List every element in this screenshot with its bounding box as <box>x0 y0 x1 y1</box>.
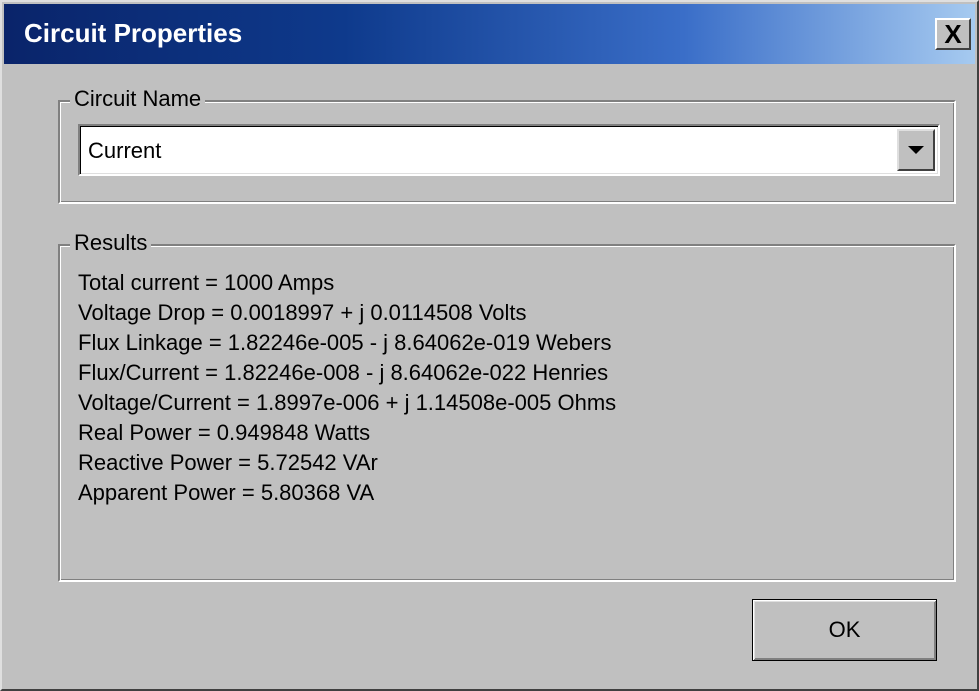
result-line: Apparent Power = 5.80368 VA <box>78 480 375 505</box>
close-button[interactable]: X <box>935 18 971 50</box>
results-group: Results Total current = 1000 Amps Voltag… <box>58 230 956 582</box>
result-line: Flux Linkage = 1.82246e-005 - j 8.64062e… <box>78 330 612 355</box>
results-list: Total current = 1000 Amps Voltage Drop =… <box>78 268 944 508</box>
dropdown-button[interactable] <box>897 129 935 171</box>
chevron-down-icon <box>908 146 924 154</box>
circuit-name-value: Current <box>88 138 162 163</box>
title-bar[interactable]: Circuit Properties X <box>4 4 975 64</box>
circuit-properties-dialog: Circuit Properties X Circuit Name Curren… <box>0 0 979 691</box>
result-line: Flux/Current = 1.82246e-008 - j 8.64062e… <box>78 360 609 385</box>
results-label: Results <box>70 230 152 256</box>
circuit-name-dropdown[interactable]: Current <box>78 124 940 176</box>
window-title: Circuit Properties <box>24 18 243 48</box>
result-line: Total current = 1000 Amps <box>78 270 335 295</box>
result-line: Voltage Drop = 0.0018997 + j 0.0114508 V… <box>78 300 527 325</box>
circuit-name-label: Circuit Name <box>70 86 206 112</box>
result-line: Real Power = 0.949848 Watts <box>78 420 371 445</box>
ok-button[interactable]: OK <box>752 599 937 661</box>
result-line: Reactive Power = 5.72542 VAr <box>78 450 378 475</box>
circuit-name-group: Circuit Name Current <box>58 86 956 204</box>
close-icon: X <box>944 19 962 49</box>
result-line: Voltage/Current = 1.8997e-006 + j 1.1450… <box>78 390 617 415</box>
